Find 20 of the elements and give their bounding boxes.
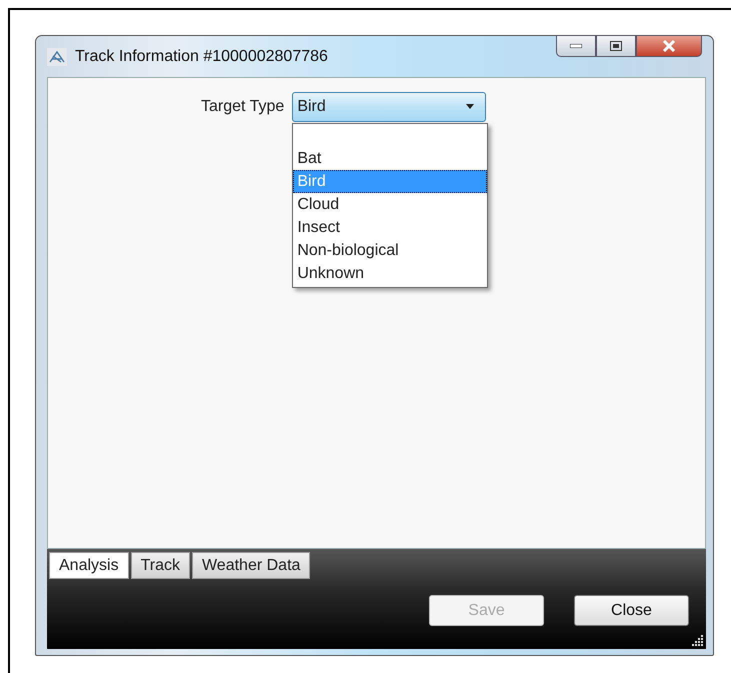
- dropdown-option[interactable]: Unknown: [293, 262, 488, 285]
- dropdown-option[interactable]: Non-biological: [293, 239, 488, 262]
- maximize-button[interactable]: [596, 35, 636, 57]
- close-button[interactable]: [636, 35, 702, 57]
- dropdown-option[interactable]: Bat: [293, 147, 488, 170]
- minimize-icon: [570, 44, 582, 48]
- dropdown-option[interactable]: Cloud: [293, 193, 488, 216]
- dialog-button[interactable]: Close: [574, 595, 689, 626]
- minimize-button[interactable]: [556, 35, 596, 57]
- maximize-icon: [610, 41, 622, 51]
- dropdown-option[interactable]: Insect: [293, 216, 488, 239]
- dropdown-arrow-icon: [465, 104, 476, 110]
- field-label: Target Type: [201, 98, 284, 116]
- radar-icon: [47, 48, 67, 66]
- tab[interactable]: Weather Data: [192, 552, 310, 579]
- close-icon: [662, 40, 676, 52]
- tab[interactable]: Analysis: [49, 552, 129, 579]
- window-title: Track Information #1000002807786: [75, 48, 328, 66]
- tab[interactable]: Track: [130, 552, 190, 579]
- resize-grip-icon: [691, 634, 703, 646]
